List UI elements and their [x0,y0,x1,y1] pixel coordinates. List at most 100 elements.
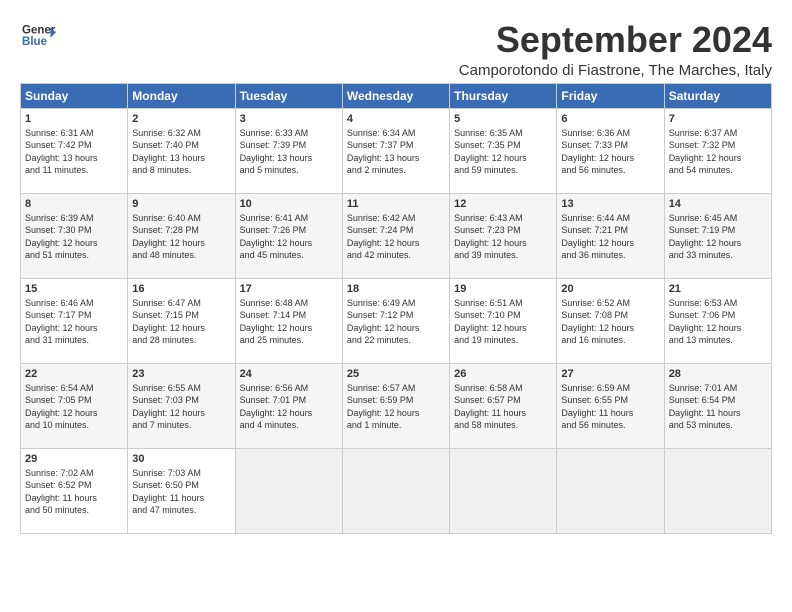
day-info: Sunrise: 6:31 AM Sunset: 7:42 PM Dayligh… [25,127,123,177]
day-number: 5 [454,113,552,125]
day-number: 6 [561,113,659,125]
calendar-cell: 6 Sunrise: 6:36 AM Sunset: 7:33 PM Daylig… [557,108,664,193]
day-info: Sunrise: 6:49 AM Sunset: 7:12 PM Dayligh… [347,297,445,347]
weekday-header: Monday [128,83,235,108]
calendar-cell: 21 Sunrise: 6:53 AM Sunset: 7:06 PM Dayli… [664,278,771,363]
weekday-header: Saturday [664,83,771,108]
day-info: Sunrise: 6:32 AM Sunset: 7:40 PM Dayligh… [132,127,230,177]
calendar-cell: 17Sunrise: 6:48 AM Sunset: 7:14 PM Dayli… [235,278,342,363]
title-block: September 2024 Camporotondo di Fiastrone… [459,20,772,79]
day-info: Sunrise: 6:59 AM Sunset: 6:55 PM Dayligh… [561,382,659,432]
day-number: 23 [132,368,230,380]
day-number: 24 [240,368,338,380]
weekday-header: Tuesday [235,83,342,108]
calendar-cell [342,448,449,533]
day-number: 25 [347,368,445,380]
calendar-cell: 7Sunrise: 6:37 AM Sunset: 7:32 PM Daylig… [664,108,771,193]
day-info: Sunrise: 6:45 AM Sunset: 7:19 PM Dayligh… [669,212,767,262]
calendar-cell: 29 Sunrise: 7:02 AM Sunset: 6:52 PM Dayli… [21,448,128,533]
day-info: Sunrise: 6:47 AM Sunset: 7:15 PM Dayligh… [132,297,230,347]
calendar-cell: 16 Sunrise: 6:47 AM Sunset: 7:15 PM Dayli… [128,278,235,363]
day-info: Sunrise: 6:58 AM Sunset: 6:57 PM Dayligh… [454,382,552,432]
calendar-cell [235,448,342,533]
calendar-cell: 11Sunrise: 6:42 AM Sunset: 7:24 PM Dayli… [342,193,449,278]
day-number: 3 [240,113,338,125]
day-number: 21 [669,283,767,295]
day-number: 1 [25,113,123,125]
day-number: 15 [25,283,123,295]
calendar-cell: 15Sunrise: 6:46 AM Sunset: 7:17 PM Dayli… [21,278,128,363]
day-number: 14 [669,198,767,210]
logo-icon: General Blue [20,20,56,52]
calendar-cell: 27 Sunrise: 6:59 AM Sunset: 6:55 PM Dayli… [557,363,664,448]
month-title: September 2024 [459,20,772,60]
weekday-header: Wednesday [342,83,449,108]
day-number: 22 [25,368,123,380]
day-info: Sunrise: 6:37 AM Sunset: 7:32 PM Dayligh… [669,127,767,177]
weekday-header: Thursday [450,83,557,108]
calendar-cell: 1 Sunrise: 6:31 AM Sunset: 7:42 PM Daylig… [21,108,128,193]
calendar-cell: 10 Sunrise: 6:41 AM Sunset: 7:26 PM Dayli… [235,193,342,278]
day-info: Sunrise: 6:34 AM Sunset: 7:37 PM Dayligh… [347,127,445,177]
day-number: 16 [132,283,230,295]
calendar-cell: 30Sunrise: 7:03 AM Sunset: 6:50 PM Dayli… [128,448,235,533]
calendar-cell: 13 Sunrise: 6:44 AM Sunset: 7:21 PM Dayli… [557,193,664,278]
day-number: 28 [669,368,767,380]
weekday-header: Friday [557,83,664,108]
day-info: Sunrise: 6:41 AM Sunset: 7:26 PM Dayligh… [240,212,338,262]
logo: General Blue [20,20,56,52]
day-info: Sunrise: 6:48 AM Sunset: 7:14 PM Dayligh… [240,297,338,347]
day-info: Sunrise: 6:57 AM Sunset: 6:59 PM Dayligh… [347,382,445,432]
calendar-week-row: 15Sunrise: 6:46 AM Sunset: 7:17 PM Dayli… [21,278,772,363]
calendar-cell: 2 Sunrise: 6:32 AM Sunset: 7:40 PM Daylig… [128,108,235,193]
day-number: 29 [25,453,123,465]
header: General Blue September 2024 Camporotondo… [20,20,772,79]
day-number: 4 [347,113,445,125]
calendar-week-row: 8 Sunrise: 6:39 AM Sunset: 7:30 PM Daylig… [21,193,772,278]
calendar-cell: 25 Sunrise: 6:57 AM Sunset: 6:59 PM Dayli… [342,363,449,448]
svg-text:Blue: Blue [22,36,48,48]
calendar-cell [664,448,771,533]
calendar-cell: 23 Sunrise: 6:55 AM Sunset: 7:03 PM Dayli… [128,363,235,448]
calendar-cell: 26 Sunrise: 6:58 AM Sunset: 6:57 PM Dayli… [450,363,557,448]
day-info: Sunrise: 6:53 AM Sunset: 7:06 PM Dayligh… [669,297,767,347]
calendar-cell: 18Sunrise: 6:49 AM Sunset: 7:12 PM Dayli… [342,278,449,363]
day-info: Sunrise: 6:52 AM Sunset: 7:08 PM Dayligh… [561,297,659,347]
calendar-cell: 28 Sunrise: 7:01 AM Sunset: 6:54 PM Dayli… [664,363,771,448]
day-number: 20 [561,283,659,295]
calendar-cell: 12Sunrise: 6:43 AM Sunset: 7:23 PM Dayli… [450,193,557,278]
weekday-header: Sunday [21,83,128,108]
day-info: Sunrise: 6:35 AM Sunset: 7:35 PM Dayligh… [454,127,552,177]
calendar-cell: 20 Sunrise: 6:52 AM Sunset: 7:08 PM Dayli… [557,278,664,363]
calendar-cell: 9Sunrise: 6:40 AM Sunset: 7:28 PM Daylig… [128,193,235,278]
day-number: 8 [25,198,123,210]
day-number: 2 [132,113,230,125]
day-info: Sunrise: 7:02 AM Sunset: 6:52 PM Dayligh… [25,467,123,517]
day-info: Sunrise: 6:55 AM Sunset: 7:03 PM Dayligh… [132,382,230,432]
calendar-cell: 19Sunrise: 6:51 AM Sunset: 7:10 PM Dayli… [450,278,557,363]
day-info: Sunrise: 6:44 AM Sunset: 7:21 PM Dayligh… [561,212,659,262]
day-number: 12 [454,198,552,210]
calendar-cell: 5 Sunrise: 6:35 AM Sunset: 7:35 PM Daylig… [450,108,557,193]
day-number: 9 [132,198,230,210]
calendar-cell [557,448,664,533]
day-info: Sunrise: 6:56 AM Sunset: 7:01 PM Dayligh… [240,382,338,432]
calendar-cell: 8 Sunrise: 6:39 AM Sunset: 7:30 PM Daylig… [21,193,128,278]
day-info: Sunrise: 6:51 AM Sunset: 7:10 PM Dayligh… [454,297,552,347]
calendar-week-row: 22Sunrise: 6:54 AM Sunset: 7:05 PM Dayli… [21,363,772,448]
calendar-week-row: 1 Sunrise: 6:31 AM Sunset: 7:42 PM Daylig… [21,108,772,193]
day-number: 26 [454,368,552,380]
day-info: Sunrise: 6:36 AM Sunset: 7:33 PM Dayligh… [561,127,659,177]
calendar-cell: 3Sunrise: 6:33 AM Sunset: 7:39 PM Daylig… [235,108,342,193]
calendar-week-row: 29 Sunrise: 7:02 AM Sunset: 6:52 PM Dayli… [21,448,772,533]
day-number: 10 [240,198,338,210]
calendar-cell: 22Sunrise: 6:54 AM Sunset: 7:05 PM Dayli… [21,363,128,448]
day-info: Sunrise: 6:39 AM Sunset: 7:30 PM Dayligh… [25,212,123,262]
day-number: 27 [561,368,659,380]
location-title: Camporotondo di Fiastrone, The Marches, … [459,62,772,79]
day-info: Sunrise: 7:01 AM Sunset: 6:54 PM Dayligh… [669,382,767,432]
calendar-cell: 14 Sunrise: 6:45 AM Sunset: 7:19 PM Dayli… [664,193,771,278]
day-number: 13 [561,198,659,210]
day-info: Sunrise: 7:03 AM Sunset: 6:50 PM Dayligh… [132,467,230,517]
calendar-header-row: SundayMondayTuesdayWednesdayThursdayFrid… [21,83,772,108]
